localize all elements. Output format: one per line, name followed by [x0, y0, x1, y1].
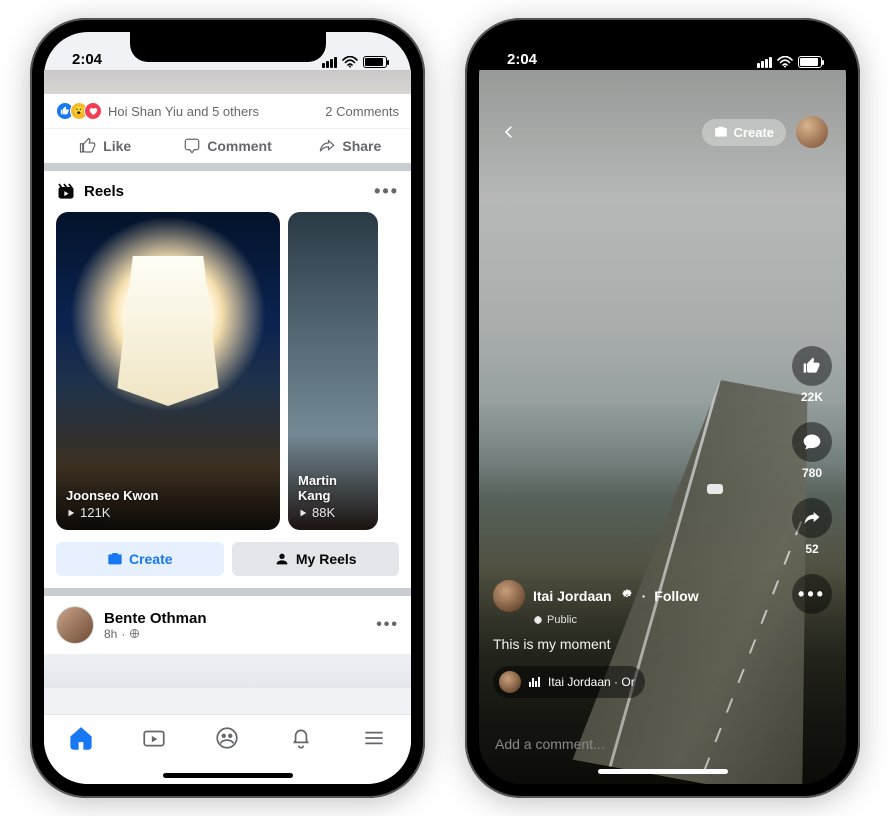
wifi-icon [777, 56, 793, 68]
reels-more-button[interactable]: ••• [374, 181, 399, 202]
reel-caption: This is my moment [493, 636, 756, 652]
tab-menu[interactable] [361, 725, 387, 756]
status-time: 2:04 [72, 51, 102, 68]
signal-icon [757, 57, 772, 68]
comment-label: Comment [207, 138, 272, 154]
create-reel-button[interactable]: Create [56, 542, 224, 576]
tab-watch[interactable] [141, 725, 167, 756]
comment-icon [802, 432, 822, 452]
reels-icon [56, 182, 76, 202]
notch [130, 32, 326, 62]
love-reaction-icon [84, 102, 102, 120]
post-action-row: Like Comment Share [44, 128, 411, 163]
audio-label: Itai Jordaan · Or [548, 675, 635, 689]
reel-author[interactable]: Itai Jordaan [533, 588, 612, 604]
share-button[interactable]: Share [289, 129, 411, 163]
home-icon [68, 725, 94, 751]
phone-right: 2:04 Create [465, 18, 860, 798]
battery-icon [363, 56, 387, 68]
reel-item[interactable]: Martin Kang 88K [288, 212, 378, 530]
like-button[interactable]: Like [44, 129, 166, 163]
camera-icon [107, 551, 123, 567]
play-icon [66, 508, 76, 518]
feed-content[interactable]: 😮 Hoi Shan Yiu and 5 others 2 Comments L… [44, 70, 411, 714]
tab-notifications[interactable] [288, 725, 314, 756]
groups-icon [214, 725, 240, 751]
reel-views: 121K [66, 505, 270, 520]
feed-separator [44, 588, 411, 596]
menu-icon [361, 725, 387, 751]
reaction-text: Hoi Shan Yiu and 5 others [108, 104, 259, 119]
audio-chip[interactable]: Itai Jordaan · Or [493, 666, 645, 698]
comments-count[interactable]: 2 Comments [325, 104, 399, 119]
prev-post-image[interactable] [44, 70, 411, 94]
like-label: Like [103, 138, 131, 154]
reaction-summary[interactable]: 😮 Hoi Shan Yiu and 5 others 2 Comments [44, 94, 411, 128]
car-graphic [707, 484, 723, 494]
share-count: 52 [805, 542, 818, 556]
phone-left: 2:04 😮 [30, 18, 425, 798]
person-icon [274, 551, 290, 567]
share-rail-button[interactable]: 52 [792, 498, 832, 556]
post-media[interactable] [44, 654, 411, 688]
back-button[interactable] [493, 116, 525, 148]
reel-views: 88K [298, 505, 368, 520]
home-indicator[interactable] [479, 762, 846, 780]
post-meta: 8h · [104, 627, 207, 641]
my-reels-button[interactable]: My Reels [232, 542, 400, 576]
feed-separator [44, 163, 411, 171]
audio-bars-icon [529, 677, 540, 687]
thumb-up-icon [802, 356, 822, 376]
post-more-button[interactable]: ••• [376, 616, 399, 634]
battery-icon [798, 56, 822, 68]
camera-icon [714, 125, 728, 139]
play-icon [298, 508, 308, 518]
screen-feed: 2:04 😮 [44, 32, 411, 784]
author-avatar[interactable] [493, 580, 525, 612]
notch [565, 32, 761, 62]
screen-reel-viewer: 2:04 Create [479, 32, 846, 784]
reel-author: Joonseo Kwon [66, 488, 270, 503]
chevron-left-icon [500, 123, 518, 141]
share-label: Share [342, 138, 381, 154]
globe-icon [129, 628, 140, 639]
action-rail: 22K 780 52 ••• [792, 346, 832, 614]
create-reel-button[interactable]: Create [702, 119, 786, 146]
comment-button[interactable]: Comment [166, 129, 288, 163]
reaction-icons: 😮 [56, 102, 102, 120]
audio-avatar [499, 671, 521, 693]
avatar[interactable] [56, 606, 94, 644]
like-rail-button[interactable]: 22K [792, 346, 832, 404]
bell-icon [288, 725, 314, 751]
tab-bar [44, 714, 411, 766]
comment-rail-button[interactable]: 780 [792, 422, 832, 480]
reel-item[interactable]: Joonseo Kwon 121K [56, 212, 280, 530]
wifi-icon [342, 56, 358, 68]
tab-groups[interactable] [214, 725, 240, 756]
globe-icon [533, 615, 543, 625]
like-count: 22K [801, 390, 823, 404]
tab-home[interactable] [68, 725, 94, 756]
share-icon [802, 508, 822, 528]
reels-card: Reels ••• Joonseo Kwon 121K [44, 171, 411, 588]
post-author[interactable]: Bente Othman [104, 610, 207, 627]
verified-icon [620, 588, 634, 605]
comment-count: 780 [802, 466, 822, 480]
signal-icon [322, 57, 337, 68]
home-indicator[interactable] [44, 766, 411, 784]
privacy-label: Public [547, 614, 577, 626]
prev-post-card: 😮 Hoi Shan Yiu and 5 others 2 Comments L… [44, 70, 411, 163]
reel-video[interactable]: Create 22K 780 52 ••• [479, 70, 846, 784]
feed-post[interactable]: Bente Othman 8h · ••• [44, 596, 411, 688]
reels-title: Reels [56, 182, 124, 202]
status-time: 2:04 [507, 51, 537, 68]
reels-row[interactable]: Joonseo Kwon 121K Martin Kang [44, 212, 411, 532]
reel-author: Martin Kang [298, 473, 368, 503]
follow-button[interactable]: Follow [654, 588, 698, 604]
comment-input[interactable]: Add a comment... [479, 726, 846, 762]
more-rail-button[interactable]: ••• [792, 574, 832, 614]
profile-avatar[interactable] [796, 116, 828, 148]
watch-icon [141, 725, 167, 751]
